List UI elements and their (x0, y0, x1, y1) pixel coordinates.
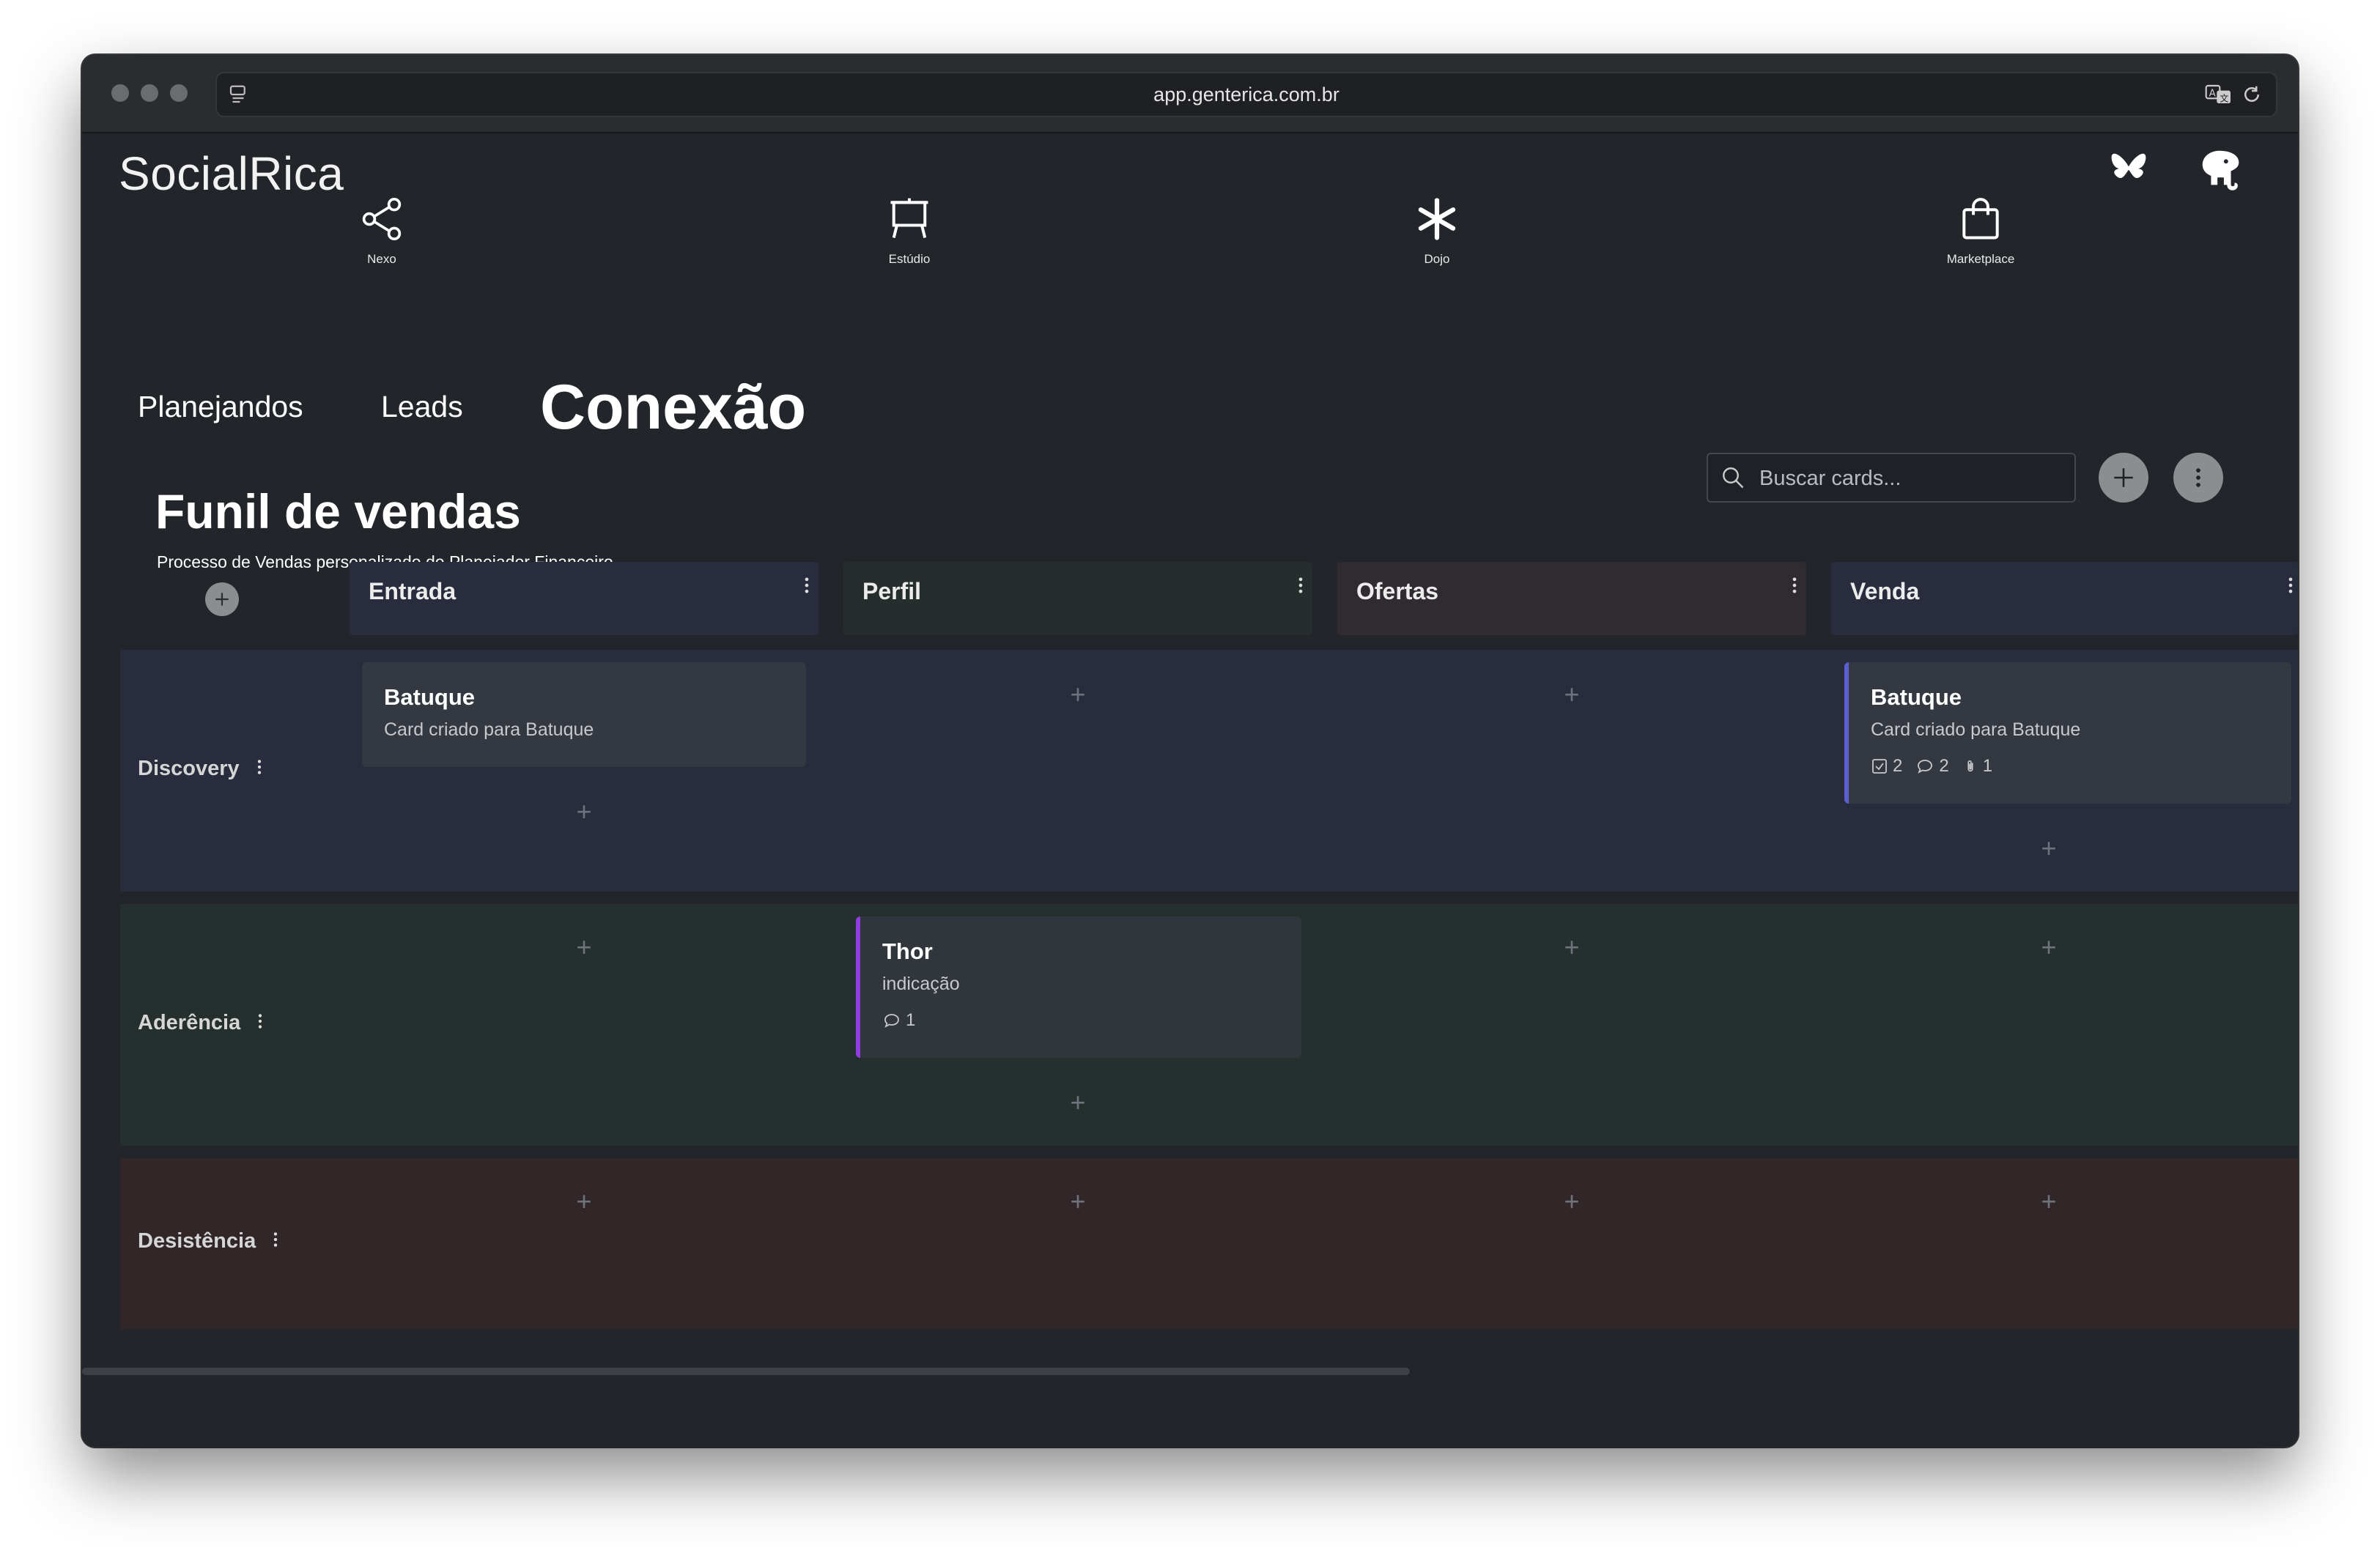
card-meta: 2 2 1 (1871, 756, 2006, 777)
column-menu-icon[interactable] (1296, 575, 1305, 596)
comment-icon (884, 1014, 899, 1028)
comment-count: 2 (1939, 756, 1949, 776)
card-meta: 1 (882, 1010, 928, 1031)
add-card-button[interactable]: + (569, 799, 599, 825)
add-card-button[interactable]: + (1063, 681, 1093, 708)
card-batuque-venda[interactable]: Batuque Card criado para Batuque 2 2 1 (1844, 662, 2291, 804)
lane-label-discovery[interactable]: Discovery (138, 757, 263, 781)
add-card-button[interactable]: + (569, 934, 599, 960)
svg-text:A: A (2209, 89, 2216, 100)
nav-marketplace-label: Marketplace (1946, 252, 2015, 266)
elephant-icon[interactable] (2196, 144, 2247, 196)
card-title: Thor (882, 938, 933, 964)
lane-desistencia (120, 1158, 2298, 1330)
brand-logo[interactable]: SocialRica (119, 147, 344, 201)
maximize-window-button[interactable] (170, 84, 188, 102)
card-title: Batuque (1871, 684, 1962, 710)
add-card-button[interactable]: + (2034, 1188, 2063, 1215)
url-text: app.genterica.com.br (1153, 84, 1339, 105)
close-window-button[interactable] (111, 84, 129, 102)
lane-title: Desistência (138, 1229, 256, 1253)
lane-label-desistencia[interactable]: Desistência (138, 1229, 279, 1253)
board-options-button[interactable] (2173, 453, 2223, 503)
add-column-button[interactable] (2099, 453, 2148, 503)
reload-icon[interactable] (2241, 84, 2263, 105)
checklist-count: 2 (1893, 756, 1903, 776)
browser-window: app.genterica.com.br A 文 SocialRica Nexo… (82, 55, 2298, 1447)
lane-menu-icon[interactable] (272, 1230, 279, 1249)
column-header-ofertas[interactable]: Ofertas (1337, 562, 1806, 635)
card-title: Batuque (384, 684, 475, 710)
butterfly-icon[interactable] (2108, 149, 2149, 190)
nav-nexo[interactable]: Nexo (308, 194, 455, 267)
nav-marketplace[interactable]: Marketplace (1907, 194, 2054, 267)
add-lane-button[interactable] (205, 582, 239, 616)
nav-dojo[interactable]: Dojo (1364, 194, 1510, 267)
column-title: Venda (1850, 578, 1920, 604)
browser-titlebar: app.genterica.com.br A 文 (82, 55, 2298, 133)
minimize-window-button[interactable] (141, 84, 158, 102)
board-title: Funil de vendas (155, 484, 521, 538)
tab-leads[interactable]: Leads (381, 390, 463, 424)
add-card-button[interactable]: + (1063, 1188, 1093, 1215)
add-card-button[interactable]: + (2034, 835, 2063, 862)
column-header-venda[interactable]: Venda (1831, 562, 2298, 635)
card-subtitle: Card criado para Batuque (384, 719, 594, 740)
search-placeholder: Buscar cards... (1759, 467, 1902, 490)
card-batuque-entrada[interactable]: Batuque Card criado para Batuque (362, 662, 806, 767)
card-subtitle: Card criado para Batuque (1871, 719, 2081, 740)
add-card-button[interactable]: + (1557, 934, 1586, 960)
asterisk-icon (1418, 198, 1456, 240)
add-card-button[interactable]: + (569, 1188, 599, 1215)
tab-conexao[interactable]: Conexão (540, 371, 806, 444)
lane-label-aderencia[interactable]: Aderência (138, 1011, 264, 1035)
add-card-button[interactable]: + (2034, 934, 2063, 960)
more-vertical-icon (2196, 468, 2200, 487)
attachment-count: 1 (1982, 756, 1993, 776)
column-title: Entrada (369, 578, 457, 604)
comment-icon (1918, 760, 1933, 774)
attachment-icon (1967, 760, 1973, 772)
lane-menu-icon[interactable] (256, 757, 263, 777)
plus-icon (215, 593, 229, 606)
card-thor-perfil[interactable]: Thor indicação 1 (856, 916, 1301, 1058)
column-menu-icon[interactable] (802, 575, 811, 596)
column-menu-icon[interactable] (1790, 575, 1799, 596)
column-title: Perfil (862, 578, 922, 604)
lane-menu-icon[interactable] (256, 1012, 264, 1031)
share-nodes-icon (362, 197, 402, 241)
search-icon (1723, 467, 1744, 489)
column-title: Ofertas (1356, 578, 1439, 604)
comment-count: 1 (906, 1010, 916, 1030)
card-subtitle: indicação (882, 974, 960, 994)
nav-dojo-label: Dojo (1424, 252, 1450, 266)
add-card-button[interactable]: + (1063, 1089, 1093, 1116)
svg-text:文: 文 (2220, 92, 2228, 103)
nav-estudio-label: Estúdio (888, 252, 931, 266)
add-card-button[interactable]: + (1557, 681, 1586, 708)
horizontal-scrollbar[interactable] (82, 1368, 1410, 1375)
nav-nexo-label: Nexo (367, 252, 396, 266)
plus-icon (2114, 468, 2133, 487)
address-bar[interactable]: app.genterica.com.br A 文 (215, 72, 2277, 117)
add-card-button[interactable]: + (1557, 1188, 1586, 1215)
checklist-icon (1872, 759, 1887, 774)
shopping-bag-icon (1962, 198, 1999, 240)
column-header-perfil[interactable]: Perfil (843, 562, 1312, 635)
lane-title: Aderência (138, 1011, 241, 1034)
tab-planejandos[interactable]: Planejandos (138, 390, 303, 424)
column-menu-icon[interactable] (2286, 575, 2295, 596)
easel-icon (890, 198, 928, 238)
column-header-entrada[interactable]: Entrada (350, 562, 818, 635)
search-cards-input[interactable]: Buscar cards... (1707, 453, 2076, 503)
nav-estudio[interactable]: Estúdio (836, 194, 983, 267)
translate-icon[interactable]: A 文 (2204, 83, 2233, 106)
lane-title: Discovery (138, 757, 240, 780)
